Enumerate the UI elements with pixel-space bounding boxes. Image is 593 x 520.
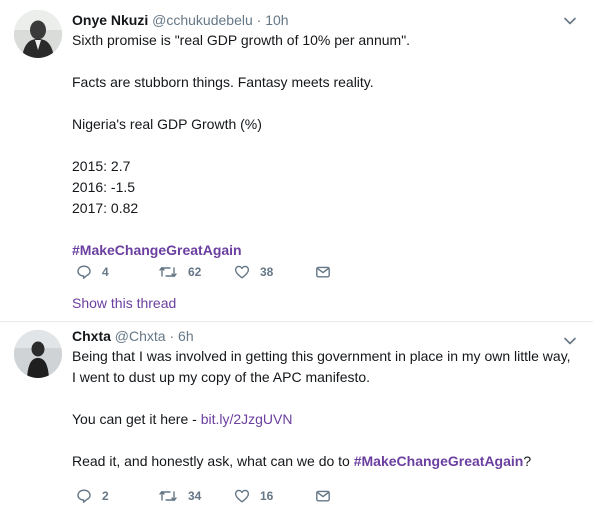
- like-count: 16: [260, 489, 274, 503]
- like-icon: [234, 265, 250, 279]
- reply-button[interactable]: 2: [76, 486, 109, 506]
- reply-count: 4: [102, 265, 109, 279]
- reply-icon: [77, 265, 91, 279]
- retweet-button[interactable]: 62: [158, 262, 201, 282]
- text-line: Facts are stubborn things. Fantasy meets…: [72, 74, 374, 90]
- tweet-header: Chxta @Chxta · 6h: [72, 326, 579, 346]
- retweet-button[interactable]: 34: [158, 486, 201, 506]
- avatar[interactable]: [14, 330, 62, 378]
- tweet-header: Onye Nkuzi @cchukudebelu · 10h: [72, 10, 579, 30]
- tweet-text: Being that I was involved in getting thi…: [72, 346, 579, 472]
- direct-message-icon: [316, 266, 330, 278]
- hashtag-link[interactable]: #MakeChangeGreatAgain: [72, 242, 242, 258]
- like-icon: [234, 489, 250, 503]
- chevron-down-icon[interactable]: [563, 14, 577, 28]
- author-name[interactable]: Chxta: [72, 328, 111, 344]
- text-line: ?: [523, 453, 532, 469]
- text-line: Read it, and honestly ask, what can we d…: [72, 453, 354, 469]
- author-handle[interactable]: @cchukudebelu: [152, 12, 253, 28]
- like-button[interactable]: 38: [234, 262, 273, 282]
- text-line: You can get it here -: [72, 411, 201, 427]
- retweet-count: 62: [188, 265, 202, 279]
- reply-button[interactable]: 4: [76, 262, 109, 282]
- avatar-image: [14, 330, 62, 378]
- like-count: 38: [260, 265, 274, 279]
- separator-dot: ·: [256, 12, 262, 28]
- text-line: Nigeria's real GDP Growth (%): [72, 116, 262, 132]
- avatar-image: [14, 10, 62, 58]
- timestamp[interactable]: 10h: [265, 12, 288, 28]
- tweet-content: Chxta @Chxta · 6h Being that I was invol…: [72, 326, 579, 472]
- avatar[interactable]: [14, 10, 62, 58]
- direct-message-button[interactable]: [315, 486, 331, 506]
- manifesto-link[interactable]: bit.ly/2JzgUVN: [201, 411, 293, 427]
- direct-message-icon: [316, 490, 330, 502]
- retweet-icon: [159, 266, 177, 278]
- text-line: I went to dust up my copy of the APC man…: [72, 369, 371, 385]
- like-button[interactable]: 16: [234, 486, 273, 506]
- text-line: Sixth promise is "real GDP growth of 10%…: [72, 32, 411, 48]
- separator-dot: ·: [169, 328, 175, 344]
- text-line: Being that I was involved in getting thi…: [72, 348, 571, 364]
- retweet-count: 34: [188, 489, 202, 503]
- text-line: 2015: 2.7: [72, 158, 131, 174]
- show-thread-link[interactable]: Show this thread: [72, 295, 176, 311]
- chevron-down-icon[interactable]: [563, 334, 577, 348]
- reply-count: 2: [102, 489, 109, 503]
- reply-icon: [77, 489, 91, 503]
- text-line: 2017: 0.82: [72, 200, 139, 216]
- direct-message-button[interactable]: [315, 262, 331, 282]
- timestamp[interactable]: 6h: [178, 328, 194, 344]
- hashtag-link[interactable]: #MakeChangeGreatAgain: [354, 453, 524, 469]
- timeline: Onye Nkuzi @cchukudebelu · 10h Sixth pro…: [0, 0, 593, 520]
- author-name[interactable]: Onye Nkuzi: [72, 12, 148, 28]
- tweet[interactable]: Onye Nkuzi @cchukudebelu · 10h Sixth pro…: [0, 0, 593, 322]
- retweet-icon: [159, 490, 177, 502]
- tweet-text: Sixth promise is "real GDP growth of 10%…: [72, 30, 579, 261]
- text-line: 2016: -1.5: [72, 179, 136, 195]
- tweet-content: Onye Nkuzi @cchukudebelu · 10h Sixth pro…: [72, 10, 579, 261]
- author-handle[interactable]: @Chxta: [115, 328, 166, 344]
